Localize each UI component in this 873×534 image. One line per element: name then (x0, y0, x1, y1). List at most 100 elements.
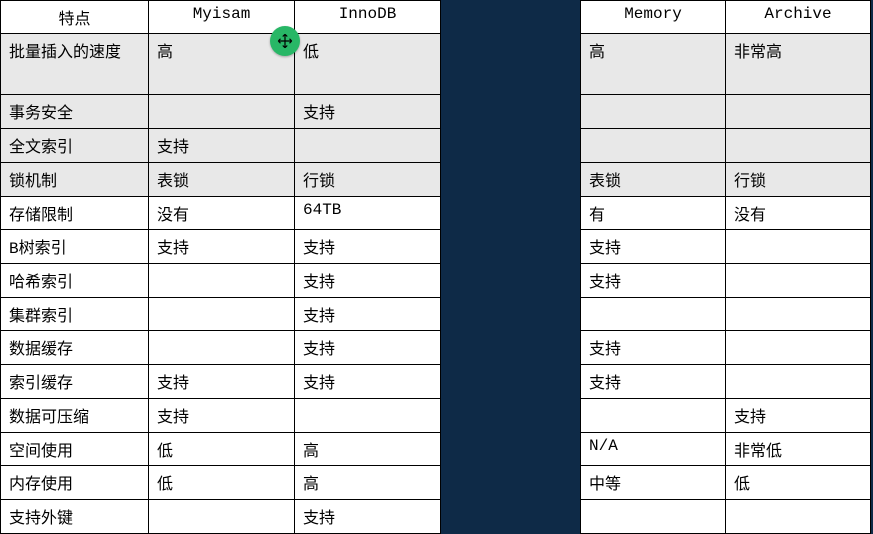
cell-feature: 哈希索引 (1, 264, 149, 298)
cell-archive: 行锁 (726, 162, 871, 196)
table-row: 高非常高 (581, 34, 871, 95)
cell-memory: 支持 (581, 331, 726, 365)
cell-archive: 支持 (726, 398, 871, 432)
cell-innodb: 支持 (295, 331, 441, 365)
table-gap (441, 0, 580, 534)
table-row: 支持 (581, 264, 871, 298)
tables-container: 特点 Myisam InnoDB 批量插入的速度高低事务安全支持全文索引支持锁机… (0, 0, 873, 534)
cell-feature: 批量插入的速度 (1, 34, 149, 95)
table-row: 支持外键 支持 (1, 500, 441, 534)
cell-archive: 非常低 (726, 432, 871, 466)
cell-myisam: 没有 (149, 196, 295, 230)
cell-innodb (295, 129, 441, 163)
cell-innodb: 行锁 (295, 162, 441, 196)
cell-feature: 索引缓存 (1, 365, 149, 399)
cell-feature: 事务安全 (1, 95, 149, 129)
cell-memory (581, 95, 726, 129)
cell-feature: 锁机制 (1, 162, 149, 196)
cell-memory (581, 398, 726, 432)
cell-innodb: 64TB (295, 196, 441, 230)
table-row: 哈希索引支持 (1, 264, 441, 298)
table-row: 空间使用低高 (1, 432, 441, 466)
cell-myisam: 低 (149, 466, 295, 500)
cell-feature: 空间使用 (1, 432, 149, 466)
cell-memory (581, 129, 726, 163)
cell-memory: 支持 (581, 264, 726, 298)
table-row: 支持 (581, 365, 871, 399)
cell-memory: 表锁 (581, 162, 726, 196)
cell-myisam: 高 (149, 34, 295, 95)
table-row (581, 129, 871, 163)
header-feature: 特点 (1, 1, 149, 34)
cell-memory: 支持 (581, 365, 726, 399)
table-row: 锁机制表锁行锁 (1, 162, 441, 196)
cell-myisam (149, 264, 295, 298)
cell-archive (726, 230, 871, 264)
cell-innodb: 支持 (295, 365, 441, 399)
table-row: 支持 (581, 230, 871, 264)
cell-memory (581, 500, 726, 534)
right-table-body: 高非常高表锁行锁有没有支持支持支持支持支持N/A非常低中等低 (581, 34, 871, 534)
cell-myisam (149, 331, 295, 365)
table-row: 集群索引 支持 (1, 297, 441, 331)
cell-feature: 内存使用 (1, 466, 149, 500)
cell-archive (726, 95, 871, 129)
cell-feature: 支持外键 (1, 500, 149, 534)
cell-myisam: 表锁 (149, 162, 295, 196)
cell-archive: 非常高 (726, 34, 871, 95)
cell-archive (726, 129, 871, 163)
cell-feature: B树索引 (1, 230, 149, 264)
cell-myisam: 支持 (149, 365, 295, 399)
table-row: 存储限制没有64TB (1, 196, 441, 230)
cell-feature: 数据缓存 (1, 331, 149, 365)
table-row: 数据可压缩支持 (1, 398, 441, 432)
table-row: 表锁行锁 (581, 162, 871, 196)
cell-innodb: 支持 (295, 95, 441, 129)
right-table: Memory Archive 高非常高表锁行锁有没有支持支持支持支持支持N/A非… (580, 0, 871, 534)
cell-archive (726, 331, 871, 365)
left-table-body: 批量插入的速度高低事务安全支持全文索引支持锁机制表锁行锁存储限制没有64TBB树… (1, 34, 441, 534)
table-row: 有没有 (581, 196, 871, 230)
cell-archive (726, 297, 871, 331)
cell-innodb (295, 398, 441, 432)
table-row: 全文索引支持 (1, 129, 441, 163)
table-row (581, 95, 871, 129)
cell-archive: 没有 (726, 196, 871, 230)
left-table: 特点 Myisam InnoDB 批量插入的速度高低事务安全支持全文索引支持锁机… (0, 0, 441, 534)
header-innodb: InnoDB (295, 1, 441, 34)
cell-archive (726, 365, 871, 399)
table-row: 批量插入的速度高低 (1, 34, 441, 95)
cell-innodb: 支持 (295, 230, 441, 264)
table-row: N/A非常低 (581, 432, 871, 466)
cell-archive: 低 (726, 466, 871, 500)
cell-myisam: 支持 (149, 129, 295, 163)
cell-innodb: 支持 (295, 500, 441, 534)
cell-memory: 高 (581, 34, 726, 95)
cell-memory (581, 297, 726, 331)
cell-myisam: 支持 (149, 398, 295, 432)
table-header-row: 特点 Myisam InnoDB (1, 1, 441, 34)
table-row: 内存使用低高 (1, 466, 441, 500)
table-row: 事务安全 支持 (1, 95, 441, 129)
cell-memory: 中等 (581, 466, 726, 500)
cell-myisam: 支持 (149, 230, 295, 264)
cell-feature: 数据可压缩 (1, 398, 149, 432)
cell-memory: 支持 (581, 230, 726, 264)
cell-feature: 全文索引 (1, 129, 149, 163)
cell-archive (726, 264, 871, 298)
cell-feature: 集群索引 (1, 297, 149, 331)
cell-myisam: 低 (149, 432, 295, 466)
table-row: B树索引支持支持 (1, 230, 441, 264)
cell-myisam (149, 500, 295, 534)
cell-innodb: 低 (295, 34, 441, 95)
header-archive: Archive (726, 1, 871, 34)
table-row: 中等低 (581, 466, 871, 500)
table-row: 索引缓存支持支持 (1, 365, 441, 399)
cell-innodb: 高 (295, 432, 441, 466)
cell-innodb: 支持 (295, 297, 441, 331)
table-header-row: Memory Archive (581, 1, 871, 34)
cell-memory: 有 (581, 196, 726, 230)
cell-feature: 存储限制 (1, 196, 149, 230)
cell-myisam (149, 95, 295, 129)
table-row (581, 297, 871, 331)
